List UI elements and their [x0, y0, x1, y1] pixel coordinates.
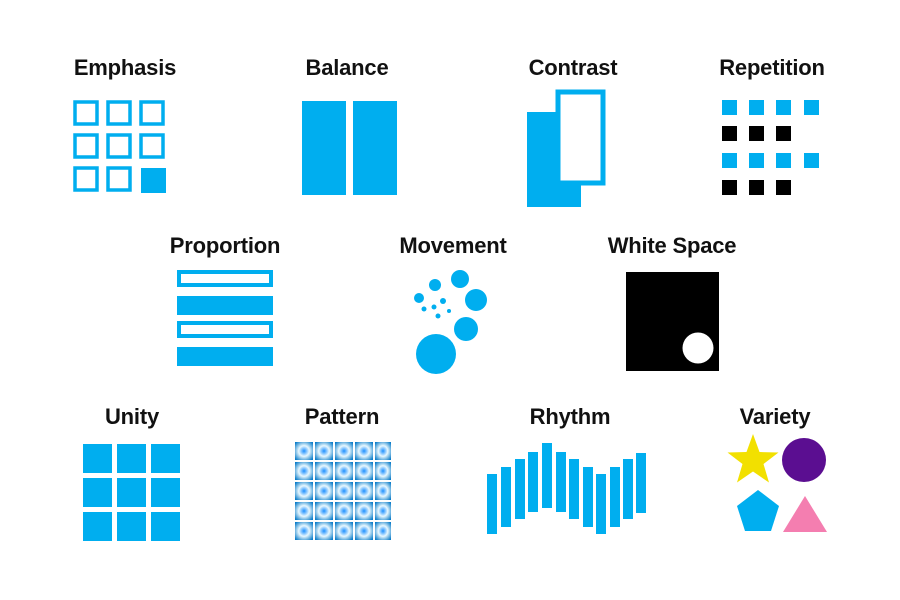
unity-title: Unity: [104, 404, 159, 429]
contrast-icon: [527, 89, 606, 207]
rhythm-title: Rhythm: [529, 404, 611, 429]
balance-icon: [302, 101, 397, 195]
repetition-icon: [722, 100, 819, 195]
repetition-title: Repetition: [719, 55, 825, 80]
rhythm-icon: [487, 443, 646, 534]
emphasis-icon: [73, 100, 166, 193]
proportion-title: Proportion: [169, 233, 281, 258]
variety-title: Variety: [739, 404, 811, 429]
white-space-title: White Space: [607, 233, 737, 258]
variety-icon: [727, 434, 827, 532]
balance-title: Balance: [305, 55, 389, 80]
white-space-icon: [626, 272, 719, 371]
unity-icon: [83, 444, 180, 541]
pattern-title: Pattern: [304, 404, 380, 429]
movement-title: Movement: [399, 233, 507, 258]
movement-icon: [414, 270, 487, 374]
contrast-title: Contrast: [528, 55, 618, 80]
proportion-icon: [177, 270, 273, 366]
emphasis-title: Emphasis: [73, 55, 177, 80]
pattern-icon: [295, 442, 391, 540]
